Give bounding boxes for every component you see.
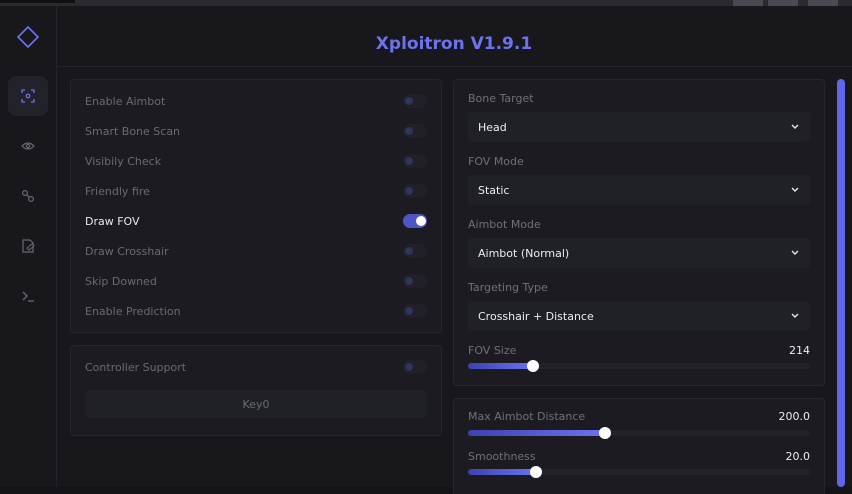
toggle-label: Skip Downed: [85, 274, 157, 288]
sidebar: [0, 6, 57, 487]
bone-target-select[interactable]: Head: [468, 112, 810, 142]
nav-aimbot[interactable]: [8, 76, 48, 116]
nav-visuals[interactable]: [8, 126, 48, 166]
targeting-type-select[interactable]: Crosshair + Distance: [468, 301, 810, 331]
toggle-label: Visibily Check: [85, 154, 162, 168]
toggle-label: Controller Support: [85, 360, 187, 374]
toggle-label: Draw Crosshair: [85, 244, 169, 258]
controller-card: Controller Support Key0: [70, 345, 442, 436]
toggle-label: Draw FOV: [85, 214, 140, 228]
friendly-fire-toggle[interactable]: [403, 184, 427, 198]
fov-size-label: FOV Size: [468, 344, 517, 357]
app-title: Xploitron V1.9.1: [375, 33, 533, 54]
toggle-label: Friendly fire: [85, 184, 150, 198]
scrollbar[interactable]: [837, 79, 845, 487]
fov-mode-select[interactable]: Static: [468, 175, 810, 205]
toggle-label: Smart Bone Scan: [85, 124, 181, 138]
slider-fill: [468, 430, 605, 436]
distance-settings-card: Max Aimbot Distance 200.0 Smoothness 20.…: [453, 398, 825, 494]
smart-bone-scan-toggle[interactable]: [403, 124, 427, 138]
scrollbar-thumb[interactable]: [837, 79, 845, 487]
toggle-label: Enable Prediction: [85, 304, 181, 318]
targeting-type-label: Targeting Type: [468, 281, 548, 294]
chevron-down-icon: [790, 185, 800, 195]
chevron-down-icon: [790, 248, 800, 258]
slider-thumb[interactable]: [598, 427, 611, 439]
select-value: Head: [478, 120, 507, 134]
slider-fill: [468, 363, 533, 369]
bone-target-label: Bone Target: [468, 92, 534, 105]
toggle-row-visibility-check[interactable]: Visibily Check: [85, 146, 427, 176]
keybind-button[interactable]: Key0: [85, 390, 427, 418]
chevron-down-icon: [790, 122, 800, 132]
chevron-down-icon: [790, 311, 800, 321]
enable-aimbot-toggle[interactable]: [403, 94, 427, 108]
aimbot-settings-card: Bone Target Head FOV Mode Static Aimbot …: [453, 79, 825, 386]
fov-size-header: FOV Size 214: [468, 344, 810, 357]
slider-fill: [468, 469, 537, 475]
smoothness-label: Smoothness: [468, 450, 536, 463]
toggle-row-smart-bone-scan[interactable]: Smart Bone Scan: [85, 116, 427, 146]
smoothness-header: Smoothness 20.0: [468, 450, 810, 463]
toggle-row-draw-fov[interactable]: Draw FOV: [85, 206, 427, 236]
max-distance-slider[interactable]: [468, 427, 810, 439]
app-window: Xploitron V1.9.1 Enable Aimbot Smart Bon…: [0, 6, 852, 494]
header: Xploitron V1.9.1: [56, 6, 852, 67]
toggle-row-enable-aimbot[interactable]: Enable Aimbot: [85, 86, 427, 116]
draw-fov-toggle[interactable]: [403, 214, 427, 228]
eye-icon: [21, 142, 35, 150]
smoothness-value: 20.0: [785, 450, 811, 463]
aimbot-toggles-card: Enable Aimbot Smart Bone Scan Visibily C…: [70, 79, 442, 333]
skip-downed-toggle[interactable]: [403, 274, 427, 288]
crosshair-icon: [21, 89, 35, 103]
nav-misc[interactable]: [8, 176, 48, 216]
select-value: Aimbot (Normal): [478, 246, 570, 260]
toggle-row-enable-prediction[interactable]: Enable Prediction: [85, 296, 427, 326]
aimbot-mode-select[interactable]: Aimbot (Normal): [468, 238, 810, 268]
slider-thumb[interactable]: [526, 360, 539, 372]
nav-config[interactable]: [8, 226, 48, 266]
toggle-row-draw-crosshair[interactable]: Draw Crosshair: [85, 236, 427, 266]
nav-console[interactable]: [8, 276, 48, 316]
slider-thumb[interactable]: [530, 466, 543, 478]
config-icon: [22, 239, 35, 253]
select-value: Crosshair + Distance: [478, 309, 594, 323]
fov-size-value: 214: [789, 344, 810, 357]
draw-crosshair-toggle[interactable]: [403, 244, 427, 258]
toggle-row-controller-support[interactable]: Controller Support: [85, 352, 427, 382]
smoothness-slider[interactable]: [468, 466, 810, 478]
toggle-label: Enable Aimbot: [85, 94, 166, 108]
select-value: Static: [478, 183, 510, 197]
terminal-icon: [22, 291, 34, 302]
misc-icon: [21, 189, 35, 203]
max-distance-header: Max Aimbot Distance 200.0: [468, 410, 810, 423]
logo-icon: [17, 26, 39, 48]
enable-prediction-toggle[interactable]: [403, 304, 427, 318]
toggle-row-friendly-fire[interactable]: Friendly fire: [85, 176, 427, 206]
controller-support-toggle[interactable]: [403, 360, 427, 374]
visibility-check-toggle[interactable]: [403, 154, 427, 168]
max-distance-value: 200.0: [778, 410, 811, 423]
fov-mode-label: FOV Mode: [468, 155, 524, 168]
fov-size-slider[interactable]: [468, 360, 810, 372]
toggle-row-skip-downed[interactable]: Skip Downed: [85, 266, 427, 296]
max-distance-label: Max Aimbot Distance: [468, 410, 586, 423]
aimbot-mode-label: Aimbot Mode: [468, 218, 541, 231]
